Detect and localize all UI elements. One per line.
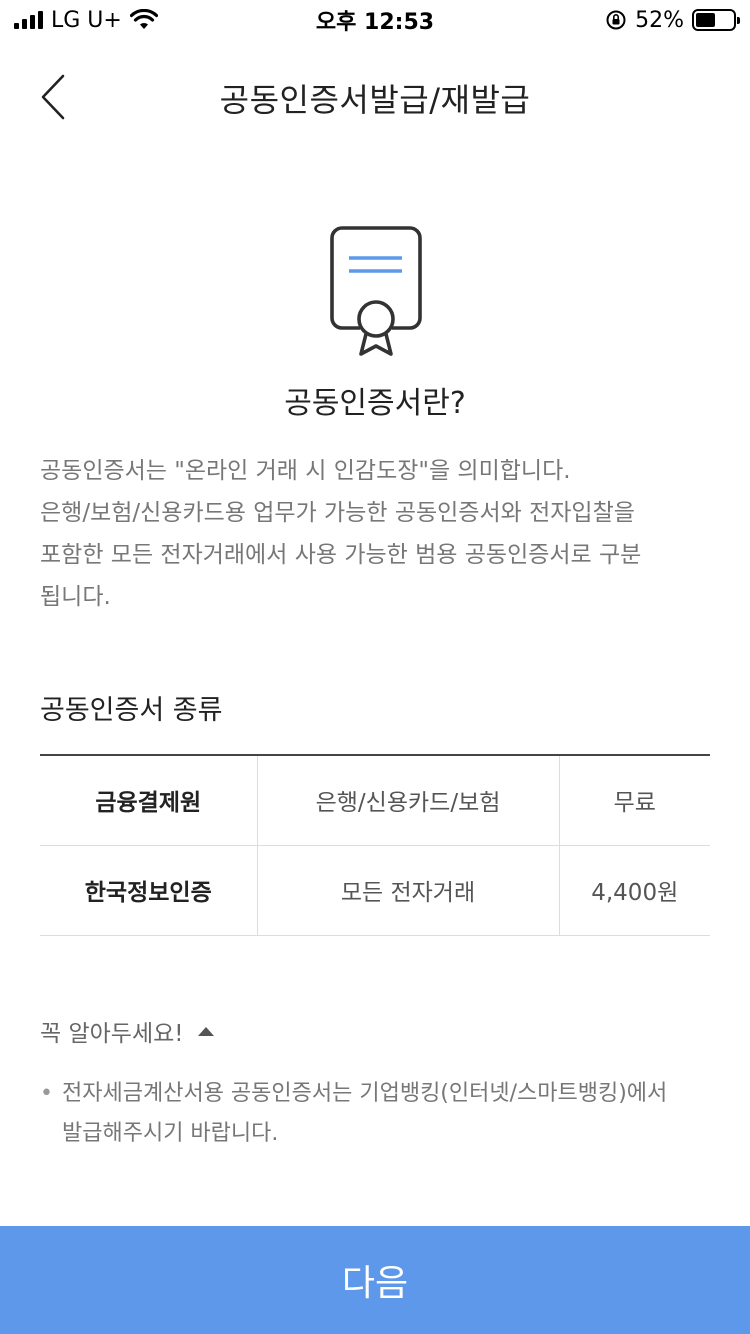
notice-toggle-label: 꼭 알아두세요! <box>40 1021 184 1047</box>
notice-list: • 전자세금계산서용 공동인증서는 기업뱅킹(인터넷/스마트뱅킹)에서 발급해주… <box>40 1074 710 1154</box>
types-heading: 공동인증서 종류 <box>40 695 223 726</box>
back-button[interactable] <box>28 72 78 122</box>
notice-line: 발급해주시기 바랍니다. <box>62 1121 279 1146</box>
description-line: 은행/보험/신용카드용 업무가 가능한 공동인증서와 전자입찰을 <box>40 500 635 526</box>
status-right: 52% <box>605 7 740 33</box>
notice-line: 전자세금계산서용 공동인증서는 기업뱅킹(인터넷/스마트뱅킹)에서 <box>62 1081 668 1106</box>
table-row: 한국정보인증 모든 전자거래 4,400원 <box>40 845 710 936</box>
notice-toggle[interactable]: 꼭 알아두세요! <box>40 1014 216 1048</box>
section-heading: 공동인증서란? <box>284 386 466 421</box>
signal-icon <box>14 11 43 29</box>
battery-fill <box>696 13 715 27</box>
page: LG U+ 오후 12:53 52% 공동인증서발급/재발급 공동인증서란? 공… <box>0 0 750 1334</box>
cert-name-cell: 금융결제원 <box>40 755 258 846</box>
wifi-icon <box>129 9 158 29</box>
next-button[interactable]: 다음 <box>0 1226 750 1334</box>
bullet-icon: • <box>40 1081 53 1106</box>
description-line: 공동인증서는 "온라인 거래 시 인감도장"을 의미합니다. <box>40 458 571 484</box>
cert-fee-cell: 4,400원 <box>559 845 710 936</box>
orientation-lock-icon <box>606 10 626 30</box>
cert-name-cell: 한국정보인증 <box>40 845 258 936</box>
status-bar: LG U+ 오후 12:53 52% <box>0 0 750 40</box>
page-title: 공동인증서발급/재발급 <box>219 81 531 119</box>
triangle-up-icon <box>197 1027 214 1036</box>
cert-scope-cell: 은행/신용카드/보험 <box>257 755 560 846</box>
chevron-left-icon <box>41 74 65 120</box>
battery-icon <box>692 9 740 31</box>
status-left: LG U+ <box>14 8 158 33</box>
cert-fee-cell: 무료 <box>559 755 710 846</box>
table-row: 금융결제원 은행/신용카드/보험 무료 <box>40 755 710 846</box>
battery-percent: 52% <box>635 7 684 33</box>
notice-item: • 전자세금계산서용 공동인증서는 기업뱅킹(인터넷/스마트뱅킹)에서 발급해주… <box>40 1074 710 1154</box>
description-line: 됩니다. <box>40 584 111 610</box>
description: 공동인증서는 "온라인 거래 시 인감도장"을 의미합니다. 은행/보험/신용카… <box>40 450 710 618</box>
header: 공동인증서발급/재발급 <box>0 52 750 144</box>
cert-scope-cell: 모든 전자거래 <box>257 845 560 936</box>
certificate-icon <box>330 226 422 356</box>
carrier-label: LG U+ <box>51 7 122 33</box>
description-line: 포함한 모든 전자거래에서 사용 가능한 범용 공동인증서로 구분 <box>40 542 642 568</box>
types-table: 금융결제원 은행/신용카드/보험 무료 한국정보인증 모든 전자거래 4,400… <box>40 754 710 936</box>
